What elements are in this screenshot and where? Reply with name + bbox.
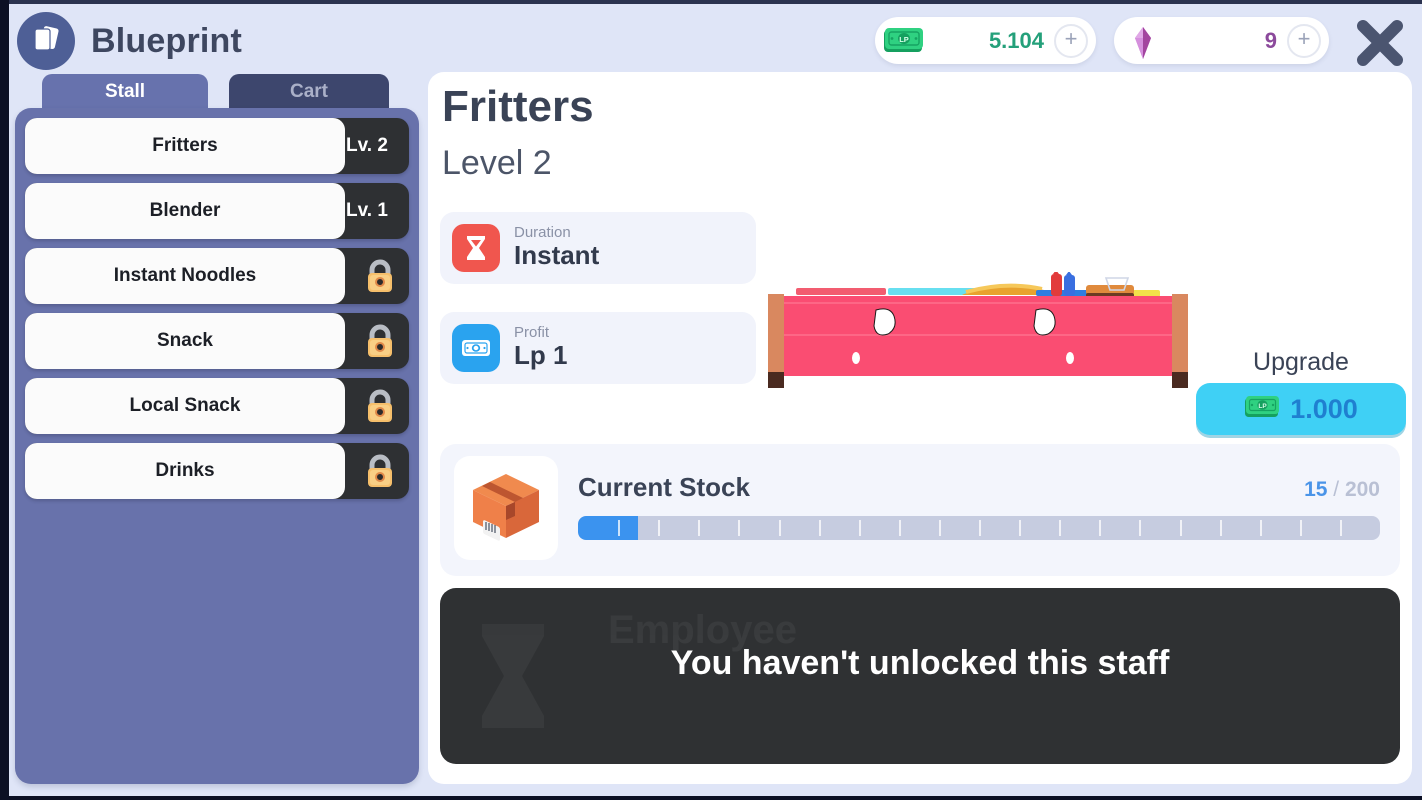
stock-title: Current Stock xyxy=(578,472,750,502)
svg-text:LP: LP xyxy=(899,35,909,44)
blueprint-item-label: Blender xyxy=(25,183,345,239)
blueprint-item-label: Snack xyxy=(25,313,345,369)
blueprint-item-label: Local Snack xyxy=(25,378,345,434)
upgrade-cost: 1.000 xyxy=(1290,393,1358,424)
stock-tick xyxy=(698,520,701,536)
upgrade-section: Upgrade LP 1.000 xyxy=(1196,348,1406,435)
stock-tick xyxy=(1019,520,1022,536)
stock-tick xyxy=(738,520,741,536)
banknote-icon: LP xyxy=(1244,394,1280,425)
stock-tick xyxy=(858,520,861,536)
stock-tick xyxy=(1059,520,1062,536)
blueprint-item-label: Fritters xyxy=(25,118,345,174)
lock-icon xyxy=(359,321,401,361)
close-button[interactable] xyxy=(1347,14,1413,76)
money-currency-pill[interactable]: LP 5.104 + xyxy=(875,17,1096,64)
bottom-border xyxy=(0,796,1422,800)
current-stock-card: Current Stock 15 / 200 xyxy=(440,444,1400,576)
stall-illustration xyxy=(768,270,1188,422)
money-amount: 5.104 xyxy=(988,27,1044,53)
blueprint-cards-icon xyxy=(29,22,63,61)
svg-text:LP: LP xyxy=(1259,402,1268,409)
stock-tick xyxy=(818,520,821,536)
blueprint-list-panel: Fritters Lv. 2 Blender Lv. 1 Instant Noodles… xyxy=(15,108,419,784)
page-title: Blueprint xyxy=(91,22,243,60)
stock-tick xyxy=(618,520,621,536)
stock-tick xyxy=(658,520,661,536)
blueprint-item[interactable]: Instant Noodles xyxy=(25,248,409,304)
stock-progress-bar xyxy=(578,516,1380,540)
package-box-icon xyxy=(467,468,545,549)
stock-tick xyxy=(1219,520,1222,536)
header-bar: Blueprint LP 5.104 + 9 + xyxy=(9,4,1422,76)
stock-tick xyxy=(1179,520,1182,536)
stock-max: 200 xyxy=(1344,478,1380,501)
gem-icon xyxy=(1122,26,1164,59)
blueprint-item[interactable]: Local Snack xyxy=(25,378,409,434)
gem-currency-pill[interactable]: 9 + xyxy=(1114,17,1329,64)
stock-separator: / xyxy=(1333,478,1340,501)
upgrade-label: Upgrade xyxy=(1253,348,1349,376)
blueprint-item-label: Drinks xyxy=(25,443,345,499)
stock-tick xyxy=(1259,520,1262,536)
game-screen: Blueprint LP 5.104 + 9 + Stall Cart Frit… xyxy=(0,0,1422,800)
stock-tick xyxy=(979,520,981,536)
blueprint-logo-badge xyxy=(17,12,75,70)
banknote-icon xyxy=(452,324,500,372)
banknote-icon: LP xyxy=(883,26,925,56)
blueprint-item[interactable]: Snack xyxy=(25,313,409,369)
hourglass-icon xyxy=(452,224,500,272)
blueprint-item[interactable]: Blender Lv. 1 xyxy=(25,183,409,239)
stock-current: 15 xyxy=(1304,478,1328,501)
sidebar-tabs: Stall Cart xyxy=(42,74,422,110)
detail-title: Fritters xyxy=(442,82,594,131)
stock-tick xyxy=(898,520,901,536)
blueprint-item-level-badge: Lv. 1 xyxy=(346,200,388,221)
tab-cart[interactable]: Cart xyxy=(229,74,389,110)
stock-count: 15 / 200 xyxy=(1304,478,1380,502)
gem-amount: 9 xyxy=(1264,27,1277,53)
blueprint-list: Fritters Lv. 2 Blender Lv. 1 Instant Noodles… xyxy=(25,118,409,499)
staff-locked-card[interactable]: Employee You haven't unlocked this staff xyxy=(440,588,1400,764)
close-icon xyxy=(1353,16,1407,75)
lock-icon xyxy=(359,451,401,491)
stat-label-duration: Duration xyxy=(514,223,571,241)
blueprint-item[interactable]: Drinks xyxy=(25,443,409,499)
detail-level: Level 2 xyxy=(442,144,552,182)
add-money-button[interactable]: + xyxy=(1054,23,1088,58)
stat-label-profit: Profit xyxy=(514,323,550,341)
upgrade-button[interactable]: LP 1.000 xyxy=(1196,383,1406,435)
stock-tick xyxy=(1299,520,1302,536)
tab-stall[interactable]: Stall xyxy=(42,74,208,110)
stock-progress-fill xyxy=(578,516,639,540)
stat-value-duration: Instant xyxy=(514,240,600,271)
stat-card-profit: Profit Lp 1 xyxy=(440,312,756,384)
add-gem-button[interactable]: + xyxy=(1287,23,1321,58)
left-border xyxy=(0,0,9,800)
stock-tick xyxy=(1139,520,1142,536)
blueprint-item-label: Instant Noodles xyxy=(25,248,345,304)
stock-tick xyxy=(938,520,941,536)
lock-icon xyxy=(359,256,401,296)
stock-tick xyxy=(1339,520,1342,536)
staff-locked-message: You haven't unlocked this staff xyxy=(670,644,1170,682)
detail-panel: Fritters Level 2 Duration Instant Profit… xyxy=(428,72,1412,784)
stock-tick xyxy=(778,520,781,536)
stat-card-duration: Duration Instant xyxy=(440,212,756,284)
stat-value-profit: Lp 1 xyxy=(514,340,568,371)
stock-tick xyxy=(1099,520,1102,536)
stock-icon-container xyxy=(454,456,558,560)
lock-icon xyxy=(359,386,401,426)
blueprint-item-level-badge: Lv. 2 xyxy=(346,135,388,156)
blueprint-item[interactable]: Fritters Lv. 2 xyxy=(25,118,409,174)
